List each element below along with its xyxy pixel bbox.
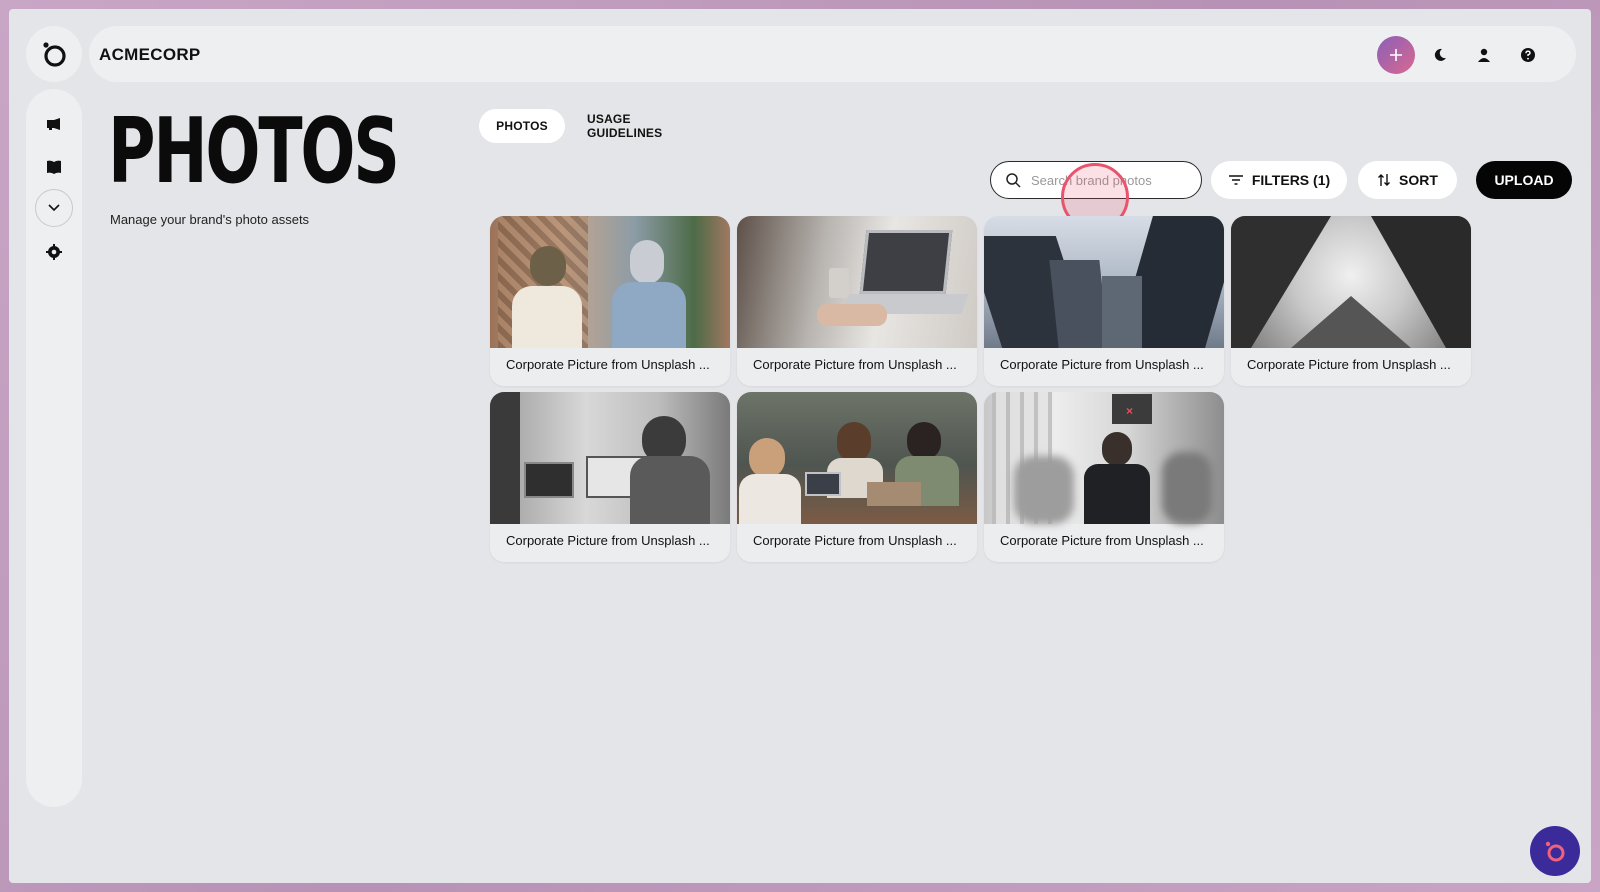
sidebar-item-campaigns[interactable] <box>35 105 73 143</box>
photo-thumbnail <box>737 216 977 348</box>
photo-caption: Corporate Picture from Unsplash ... <box>506 357 710 372</box>
sort-button[interactable]: SORT <box>1358 161 1457 199</box>
logo-icon <box>43 42 66 67</box>
photo-thumbnail <box>490 392 730 524</box>
workspace-name: ACMECORP <box>99 45 201 64</box>
filter-icon <box>1228 175 1243 185</box>
user-icon <box>1478 48 1490 62</box>
gear-icon <box>46 244 62 260</box>
photo-thumbnail <box>490 216 730 348</box>
sidebar-expand-button[interactable] <box>35 189 73 227</box>
photo-card[interactable]: Corporate Picture from Unsplash ... <box>984 216 1224 386</box>
photo-caption: Corporate Picture from Unsplash ... <box>506 533 710 548</box>
assistant-button[interactable] <box>1530 826 1580 876</box>
photo-thumbnail <box>984 216 1224 348</box>
photo-thumbnail: × <box>984 392 1224 524</box>
app-window: ACMECORP PHOTOS Manage your brand's phot… <box>9 9 1591 883</box>
moon-icon <box>1434 48 1446 61</box>
sort-icon <box>1378 174 1391 186</box>
chevron-down-icon <box>48 204 60 212</box>
photo-card[interactable]: Corporate Picture from Unsplash ... <box>737 392 977 562</box>
sidebar-item-settings[interactable] <box>35 233 73 271</box>
assistant-icon <box>1545 841 1565 862</box>
photo-caption: Corporate Picture from Unsplash ... <box>753 357 957 372</box>
plus-icon <box>1390 49 1402 61</box>
filters-label: FILTERS (1) <box>1251 172 1331 188</box>
tab-usage-guidelines[interactable]: USAGE GUIDELINES <box>569 109 707 143</box>
photo-card[interactable]: Corporate Picture from Unsplash ... <box>490 392 730 562</box>
photo-thumbnail <box>737 392 977 524</box>
tab-photos[interactable]: PHOTOS <box>479 109 565 143</box>
photo-card[interactable]: Corporate Picture from Unsplash ... <box>490 216 730 386</box>
photo-caption: Corporate Picture from Unsplash ... <box>1000 533 1204 548</box>
profile-button[interactable] <box>1465 36 1503 74</box>
page-subtitle: Manage your brand's photo assets <box>110 212 310 227</box>
sidebar-item-guidelines[interactable] <box>35 148 73 186</box>
photo-caption: Corporate Picture from Unsplash ... <box>1247 357 1451 372</box>
photo-card[interactable]: × Corporate Picture from Unsplash ... <box>984 392 1224 562</box>
search-field[interactable] <box>990 161 1202 199</box>
search-icon <box>1006 173 1021 188</box>
logo-button[interactable] <box>26 26 82 82</box>
add-button[interactable] <box>1377 36 1415 74</box>
megaphone-icon <box>47 118 60 130</box>
photo-card[interactable]: Corporate Picture from Unsplash ... <box>1231 216 1471 386</box>
help-button[interactable] <box>1509 36 1547 74</box>
filters-button[interactable]: FILTERS (1) <box>1211 161 1347 199</box>
book-icon <box>47 160 61 174</box>
photo-caption: Corporate Picture from Unsplash ... <box>753 533 957 548</box>
photo-thumbnail <box>1231 216 1471 348</box>
theme-toggle-button[interactable] <box>1421 36 1459 74</box>
upload-button[interactable]: UPLOAD <box>1476 161 1572 199</box>
sidebar <box>26 89 82 807</box>
sort-label: SORT <box>1399 172 1438 188</box>
top-bar: ACMECORP <box>89 26 1576 82</box>
search-input[interactable] <box>1031 172 1171 188</box>
photo-card[interactable]: Corporate Picture from Unsplash ... <box>737 216 977 386</box>
photo-caption: Corporate Picture from Unsplash ... <box>1000 357 1204 372</box>
page-title: PHOTOS <box>108 99 400 204</box>
question-icon <box>1521 48 1535 62</box>
